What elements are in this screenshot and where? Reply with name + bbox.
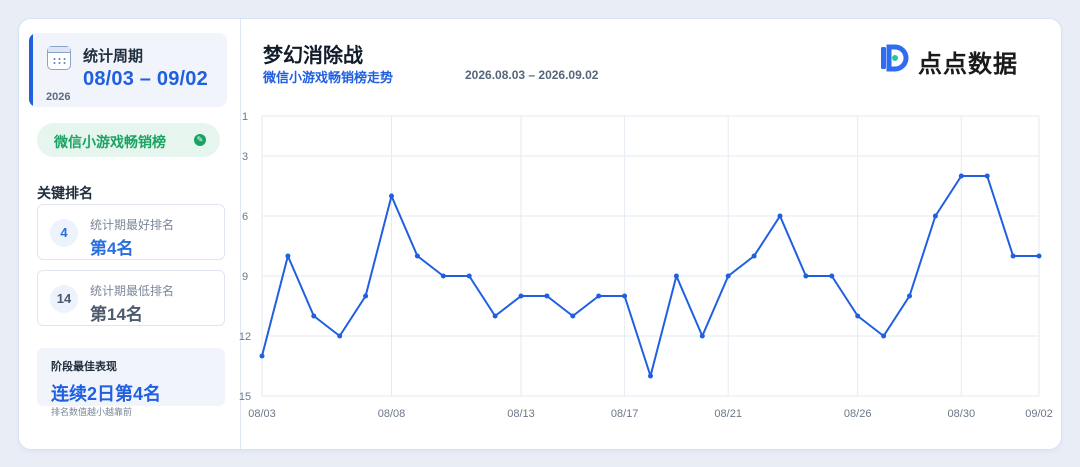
y-tick-label: 1 <box>242 111 248 123</box>
y-tick-label: 3 <box>242 151 248 163</box>
dashboard-card: 统计周期 08/03 – 09/02 2026 微信小游戏畅销榜 ✎ 关键排名 … <box>19 19 1061 449</box>
rank-data-point <box>958 173 964 179</box>
rank-data-point <box>311 313 317 319</box>
rank-data-point <box>1010 253 1016 259</box>
rank-data-point <box>907 293 912 299</box>
rank-data-point <box>466 273 472 279</box>
rank-data-point <box>622 293 628 299</box>
rank-data-point <box>414 253 420 259</box>
rank-data-point <box>285 253 291 259</box>
rank-data-point <box>544 293 550 299</box>
x-tick-label: 08/17 <box>611 408 639 420</box>
y-tick-label: 12 <box>239 331 251 343</box>
y-tick-label: 9 <box>242 271 248 283</box>
rank-data-point <box>855 313 861 319</box>
x-tick-label: 08/08 <box>378 408 406 420</box>
rank-data-point <box>699 333 705 339</box>
x-tick-label: 08/13 <box>507 408 535 420</box>
rank-data-point <box>777 213 783 219</box>
rank-data-point <box>829 273 835 279</box>
rank-data-point <box>596 293 602 299</box>
x-tick-label: 08/03 <box>248 408 276 420</box>
rank-data-point <box>673 273 679 279</box>
rank-data-point <box>725 273 731 279</box>
rank-data-point <box>1036 253 1042 259</box>
rank-data-point <box>984 173 990 179</box>
x-tick-label: 08/26 <box>844 408 872 420</box>
y-tick-label: 6 <box>242 211 248 223</box>
rank-data-point <box>259 353 265 359</box>
x-tick-label: 08/21 <box>714 408 742 420</box>
rank-data-point <box>440 273 446 279</box>
rank-data-point <box>803 273 809 279</box>
rank-data-point <box>518 293 524 299</box>
y-tick-label: 15 <box>239 391 251 403</box>
rank-data-point <box>648 373 653 379</box>
rank-data-point <box>751 253 757 259</box>
rank-line-chart: 1 3 6 9 12 15 08/03 08/08 08/13 08/17 08/21 08/26 08… <box>239 111 1053 420</box>
rank-data-point <box>389 193 394 199</box>
rank-data-point <box>881 333 887 339</box>
rank-data-point <box>492 313 498 319</box>
rank-data-point <box>363 293 369 299</box>
x-tick-label: 08/30 <box>948 408 976 420</box>
rank-data-point <box>337 333 343 339</box>
rank-data-point <box>570 313 576 319</box>
x-tick-label: 09/02 <box>1025 408 1053 420</box>
rank-data-point <box>932 213 938 219</box>
